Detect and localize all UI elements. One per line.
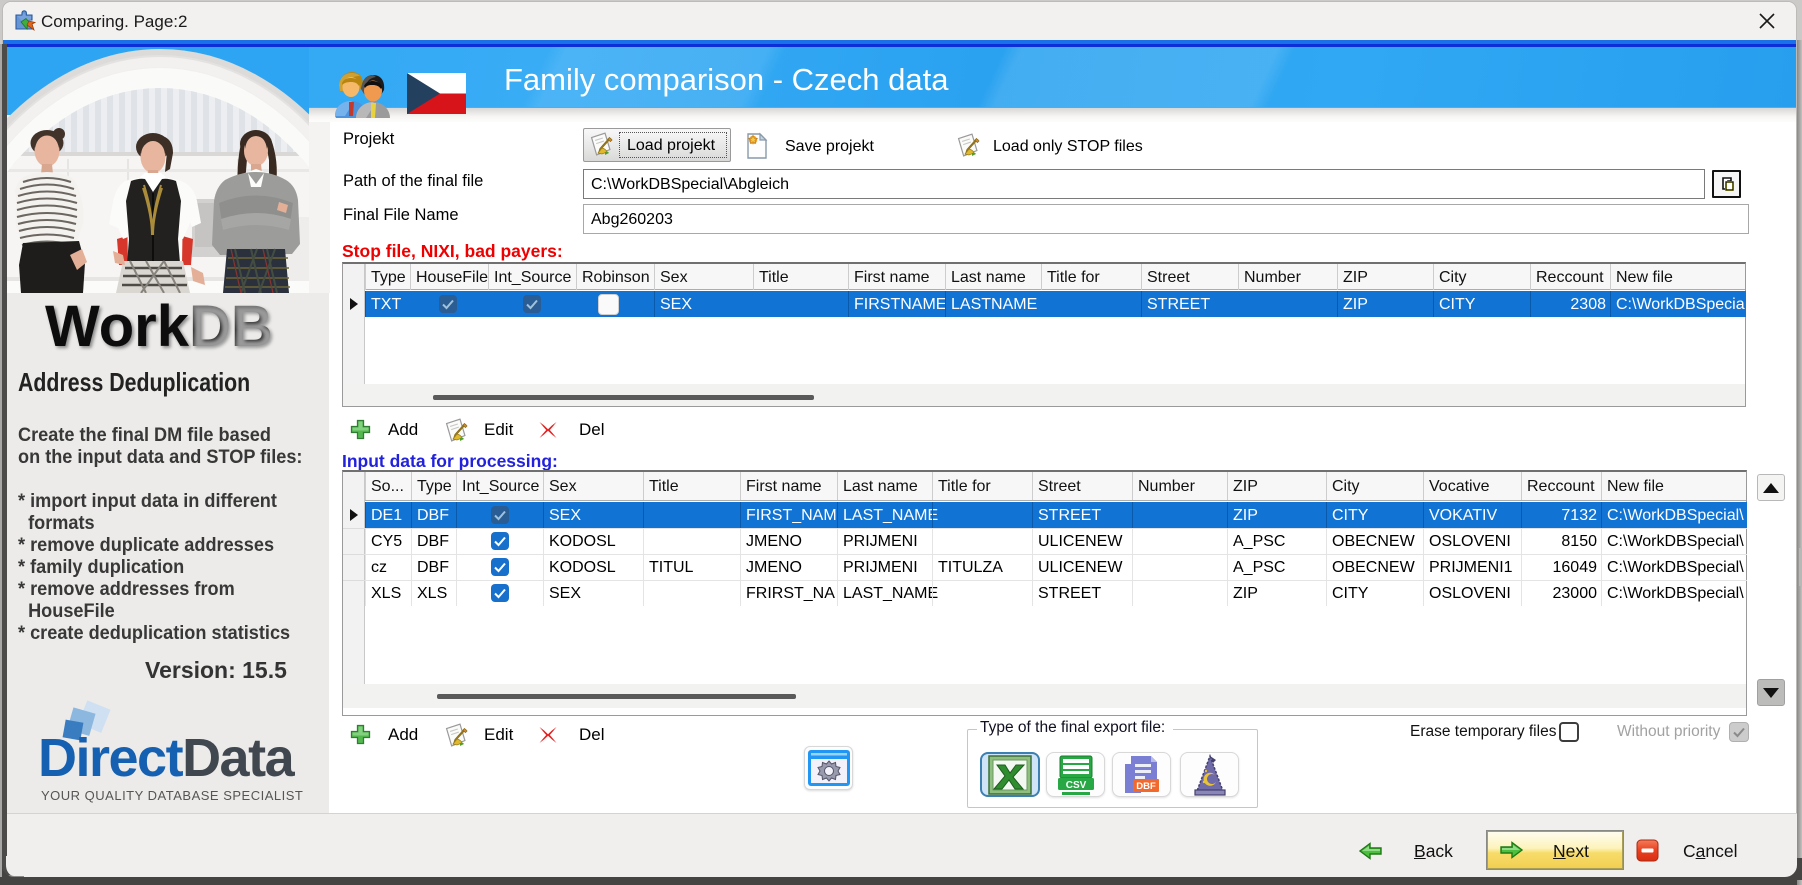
svg-text:CSV: CSV — [1065, 780, 1086, 791]
svg-text:DBF: DBF — [1136, 781, 1156, 792]
